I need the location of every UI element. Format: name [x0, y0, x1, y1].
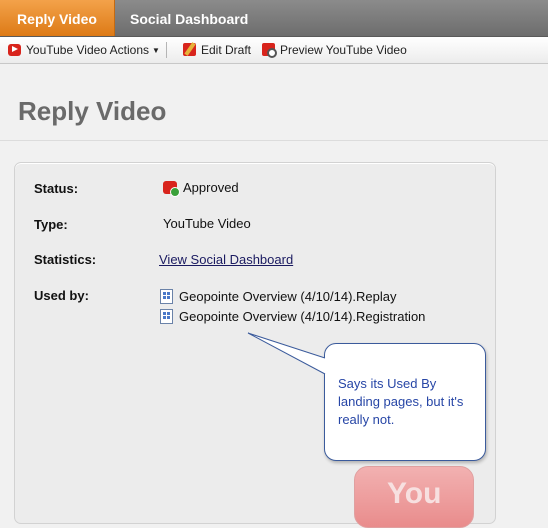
page-title: Reply Video: [18, 96, 167, 126]
preview-magnifier-icon: [262, 43, 277, 59]
youtube-logo-watermark: You: [354, 466, 474, 528]
type-value: YouTube Video: [163, 216, 251, 231]
used-by-label: Used by:: [34, 288, 89, 303]
edit-pencil-icon: [183, 43, 196, 57]
tab-social-dashboard[interactable]: Social Dashboard: [130, 0, 248, 36]
youtube-logo-text: You: [387, 477, 442, 510]
approved-icon: [163, 181, 180, 198]
status-label: Status:: [34, 181, 79, 196]
preview-youtube-video-button[interactable]: Preview YouTube Video: [262, 37, 407, 63]
dropdown-caret-icon: ▼: [152, 46, 160, 55]
toolbar-separator: [166, 42, 167, 58]
edit-draft-label: Edit Draft: [201, 43, 252, 57]
callout-text: Says its Used By landing pages, but it's…: [338, 376, 464, 427]
used-by-item-label: Geopointe Overview (4/10/14).Replay: [179, 289, 397, 304]
toolbar: YouTube Video Actions ▼ Edit Draft Previe…: [0, 37, 548, 64]
view-social-dashboard-link[interactable]: View Social Dashboard: [159, 252, 293, 267]
preview-youtube-video-label: Preview YouTube Video: [280, 43, 407, 57]
youtube-video-actions-menu[interactable]: YouTube Video Actions ▼: [8, 37, 160, 63]
statistics-value: View Social Dashboard: [159, 252, 293, 267]
youtube-video-actions-label: YouTube Video Actions: [26, 43, 149, 57]
type-label: Type:: [34, 217, 68, 232]
landing-page-icon: [160, 289, 173, 305]
title-divider: [0, 140, 548, 141]
status-value: Approved: [163, 180, 239, 198]
used-by-item[interactable]: Geopointe Overview (4/10/14).Replay: [160, 289, 397, 305]
tab-reply-video[interactable]: Reply Video: [0, 0, 115, 36]
landing-page-icon: [160, 309, 173, 325]
status-text: Approved: [183, 180, 239, 195]
used-by-item-label: Geopointe Overview (4/10/14).Registratio…: [179, 309, 426, 324]
youtube-icon: [8, 43, 21, 56]
tab-bar: Reply Video Social Dashboard: [0, 0, 548, 37]
used-by-item[interactable]: Geopointe Overview (4/10/14).Registratio…: [160, 309, 425, 325]
edit-draft-button[interactable]: Edit Draft: [183, 37, 251, 63]
statistics-label: Statistics:: [34, 252, 97, 267]
